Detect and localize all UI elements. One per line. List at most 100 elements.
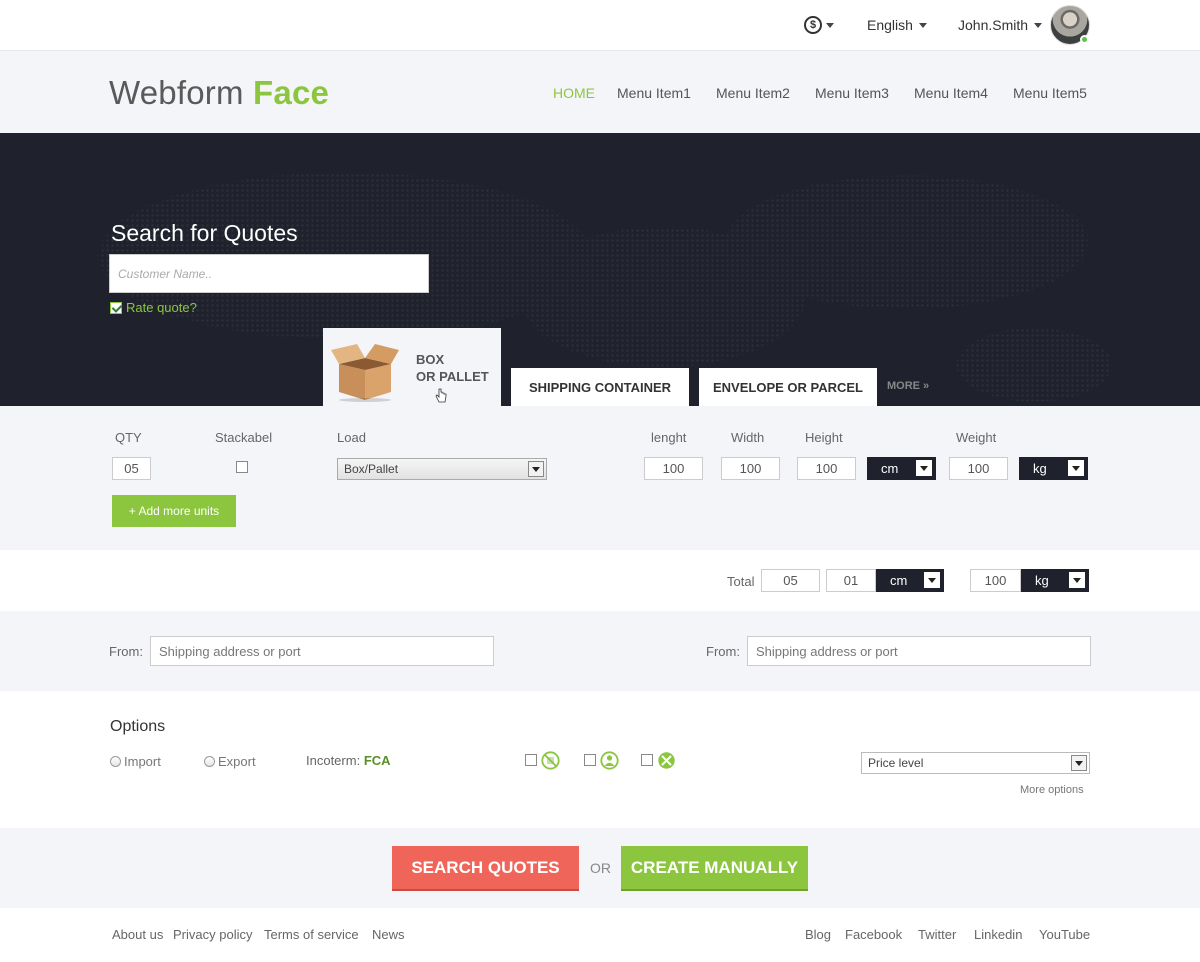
page-title: Search for Quotes: [111, 220, 298, 246]
footer-twitter[interactable]: Twitter: [918, 927, 956, 942]
tab-box-or-pallet-label: BOX OR PALLET: [416, 352, 489, 384]
price-level-select[interactable]: Price level: [861, 752, 1090, 774]
crossed-tools-icon: [658, 752, 675, 769]
nav-menu-item2[interactable]: Menu Item2: [716, 85, 790, 101]
from-address-input-2[interactable]: [747, 636, 1091, 666]
option-checkbox-3[interactable]: [641, 754, 653, 766]
footer-privacy-policy[interactable]: Privacy policy: [173, 927, 252, 942]
cardboard-box-icon: [331, 344, 399, 402]
tab-box-or-pallet[interactable]: BOX OR PALLET: [323, 328, 501, 406]
lenght-label: lenght: [651, 430, 687, 445]
add-more-units-button[interactable]: + Add more units: [112, 495, 236, 527]
nav-menu-item3[interactable]: Menu Item3: [815, 85, 889, 101]
weight-label: Weight: [956, 430, 997, 445]
footer-blog[interactable]: Blog: [805, 927, 831, 942]
radio-icon: [110, 756, 121, 767]
username-label: John.Smith: [958, 17, 1029, 33]
nav-home[interactable]: HOME: [553, 85, 595, 101]
footer-news[interactable]: News: [372, 927, 405, 942]
hand-cursor-icon: [435, 388, 447, 403]
nav-menu-item4[interactable]: Menu Item4: [914, 85, 988, 101]
footer-youtube[interactable]: YouTube: [1039, 927, 1090, 942]
option-checkbox-2[interactable]: [584, 754, 596, 766]
load-select-value: Box/Pallet: [344, 462, 399, 476]
incoterm-label: Incoterm:: [306, 753, 361, 768]
price-level-value: Price level: [868, 756, 924, 770]
incoterm-value: FCA: [363, 753, 391, 768]
no-stack-icon: [541, 751, 560, 770]
options-title: Options: [110, 718, 166, 735]
logo-accent: Face: [253, 74, 330, 111]
search-quotes-button[interactable]: SEARCH QUOTES: [392, 846, 579, 889]
chevron-down-icon: [1069, 572, 1085, 588]
export-label: Export: [218, 754, 256, 769]
stackabel-checkbox[interactable]: [236, 461, 248, 473]
width-label: Width: [731, 430, 765, 445]
height-label: Height: [805, 430, 843, 445]
load-label: Load: [337, 430, 366, 445]
weight-input[interactable]: [949, 457, 1008, 480]
qty-input[interactable]: [112, 457, 151, 480]
language-label: English: [867, 17, 913, 33]
logo-main: Webform: [109, 74, 244, 111]
chevron-down-icon: [1068, 460, 1084, 476]
lenght-input[interactable]: [644, 457, 703, 480]
height-input[interactable]: [797, 457, 856, 480]
currency-selector[interactable]: $: [804, 15, 836, 35]
create-manually-button[interactable]: CREATE MANUALLY: [621, 846, 808, 889]
more-tabs-link[interactable]: MORE »: [887, 380, 929, 392]
weight-unit-value: kg: [1033, 461, 1047, 476]
or-separator: OR: [590, 860, 611, 876]
load-select[interactable]: Box/Pallet: [337, 458, 547, 480]
import-label: Import: [124, 754, 161, 769]
dollar-coin-icon: $: [804, 16, 822, 34]
import-radio[interactable]: Import: [110, 754, 161, 769]
customer-name-input[interactable]: [109, 254, 429, 293]
dimension-unit-select[interactable]: cm: [867, 457, 936, 480]
width-input[interactable]: [721, 457, 780, 480]
total-weight-unit-value: kg: [1035, 573, 1049, 588]
nav-menu-item5[interactable]: Menu Item5: [1013, 85, 1087, 101]
chevron-down-icon: [918, 22, 927, 28]
user-menu[interactable]: John.Smith: [958, 17, 1043, 33]
chevron-down-icon: [1034, 22, 1043, 28]
stackabel-label: Stackabel: [215, 430, 273, 445]
chevron-down-icon: [924, 572, 940, 588]
total-weight-input[interactable]: [970, 569, 1021, 592]
total-label: Total: [727, 574, 755, 589]
person-icon: [600, 751, 619, 770]
total-qty-input[interactable]: [761, 569, 820, 592]
weight-unit-select[interactable]: kg: [1019, 457, 1088, 480]
language-selector[interactable]: English: [867, 17, 927, 33]
nav-menu-item1[interactable]: Menu Item1: [617, 85, 691, 101]
chevron-down-icon: [826, 22, 834, 28]
more-options-link[interactable]: More options: [1020, 784, 1084, 796]
rate-quote-label: Rate quote?: [126, 300, 197, 315]
radio-icon: [204, 756, 215, 767]
incoterm[interactable]: Incoterm: FCA: [306, 753, 391, 768]
export-radio[interactable]: Export: [204, 754, 256, 769]
chevron-down-icon: [916, 460, 932, 476]
online-status-icon: [1080, 35, 1089, 44]
chevron-down-icon: [1071, 755, 1087, 771]
tab-shipping-container[interactable]: SHIPPING CONTAINER: [511, 368, 689, 406]
total-dimension-unit-value: cm: [890, 573, 908, 588]
qty-label: QTY: [115, 430, 142, 445]
logo[interactable]: Webform Face: [109, 74, 329, 112]
footer-terms-of-service[interactable]: Terms of service: [264, 927, 359, 942]
chevron-down-icon: [528, 461, 544, 477]
footer-facebook[interactable]: Facebook: [845, 927, 902, 942]
total-weight-unit-select[interactable]: kg: [1021, 569, 1089, 592]
from-label-1: From:: [109, 644, 143, 659]
footer-about-us[interactable]: About us: [112, 927, 163, 942]
tab-envelope-or-parcel[interactable]: ENVELOPE OR PARCEL: [699, 368, 877, 406]
dimension-unit-value: cm: [881, 461, 899, 476]
total-dimension-unit-select[interactable]: cm: [876, 569, 944, 592]
from-address-input-1[interactable]: [150, 636, 494, 666]
footer-linkedin[interactable]: Linkedin: [974, 927, 1022, 942]
total-dimension-input[interactable]: [826, 569, 876, 592]
checkbox-checked-icon: [110, 301, 122, 314]
option-checkbox-1[interactable]: [525, 754, 537, 766]
from-label-2: From:: [706, 644, 740, 659]
rate-quote-checkbox[interactable]: Rate quote?: [110, 300, 197, 315]
